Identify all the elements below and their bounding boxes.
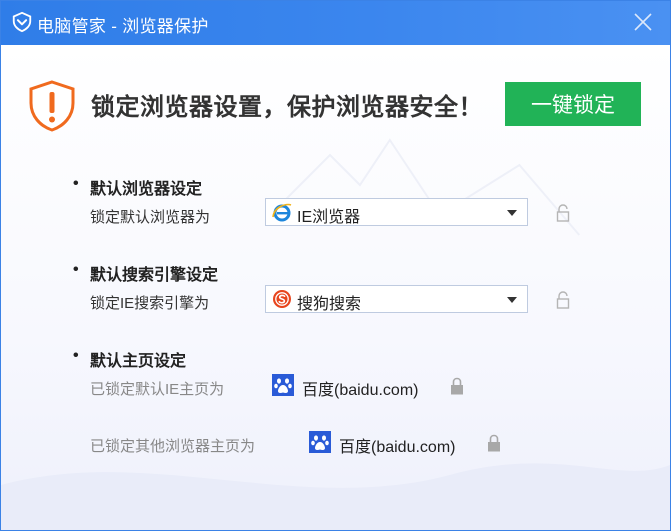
default-browser-label: 锁定默认浏览器为 [90,209,211,226]
bullet-dot: • [73,347,79,364]
warning-shield-icon [29,80,75,132]
section-title-homepage: • 默认主页设定 [73,347,187,371]
homepage-site-text: 百度(baidu.com) [339,439,456,456]
headline-text: 锁定浏览器设置，保护浏览器安全！ [91,94,483,121]
section-title-text: 默认浏览器设定 [90,181,203,198]
search-engine-label: 锁定IE搜索引擎为 [90,295,210,312]
one-click-lock-button[interactable]: 一键锁定 [505,82,641,126]
ie-icon [272,203,292,222]
section-title-text: 默认主页设定 [90,353,187,370]
default-browser-select[interactable]: IE浏览器 [265,198,528,226]
section-title-text: 默认搜索引擎设定 [90,267,219,284]
shield-logo-icon [12,11,32,33]
selected-value: 搜狗搜索 [297,296,362,313]
title-bar[interactable]: 电脑管家 - 浏览器保护 [1,1,670,45]
dropdown-arrow-icon [507,297,517,303]
locked-padlock-icon[interactable] [450,377,464,395]
unlocked-padlock-icon[interactable] [556,204,570,222]
search-engine-select[interactable]: 搜狗搜索 [265,285,528,313]
sogou-icon [273,290,291,308]
homepage-site-text: 百度(baidu.com) [302,382,419,399]
browser-protection-window: 电脑管家 - 浏览器保护 锁定浏览器设置，保护浏览器安全！ 一键锁定 • 默认浏… [0,0,671,531]
locked-padlock-icon[interactable] [487,434,501,452]
selected-value: IE浏览器 [297,209,361,226]
dropdown-arrow-icon [507,210,517,216]
bullet-dot: • [73,175,79,192]
section-title-search: • 默认搜索引擎设定 [73,261,219,285]
bullet-dot: • [73,261,79,278]
unlocked-padlock-icon[interactable] [556,291,570,309]
ie-homepage-label: 已锁定默认IE主页为 [90,381,225,398]
baidu-paw-icon [272,374,294,396]
other-browser-homepage-label: 已锁定其他浏览器主页为 [90,438,256,455]
window-title: 电脑管家 - 浏览器保护 [37,17,209,36]
baidu-paw-icon [309,431,331,453]
close-icon[interactable] [630,9,656,35]
section-title-browser: • 默认浏览器设定 [73,175,203,199]
content-area: 锁定浏览器设置，保护浏览器安全！ 一键锁定 • 默认浏览器设定 锁定默认浏览器为… [1,45,670,530]
